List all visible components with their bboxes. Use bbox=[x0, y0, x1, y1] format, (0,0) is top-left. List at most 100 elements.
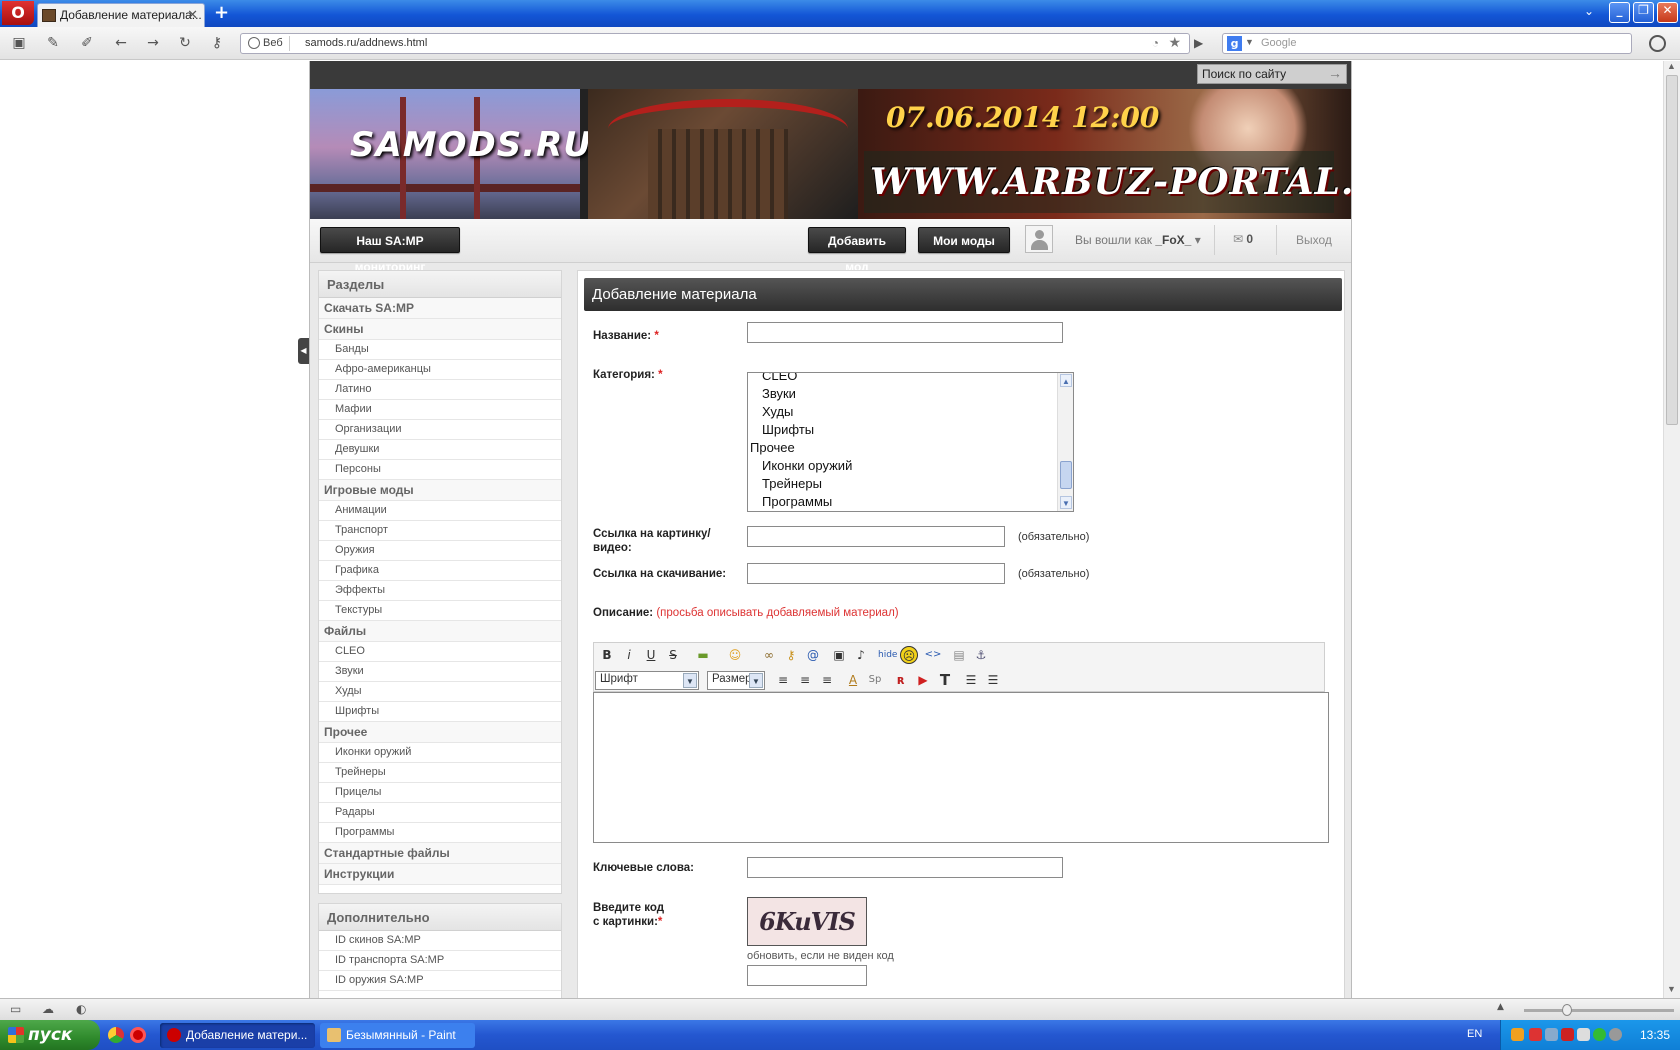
opera-menu-button[interactable]: O bbox=[2, 1, 34, 25]
sidebar-category[interactable]: Инструкции bbox=[319, 864, 561, 885]
scroll-down-icon[interactable]: ▼ bbox=[1667, 984, 1676, 994]
sidebar-item[interactable]: Латино bbox=[319, 380, 561, 400]
sidebar-category[interactable]: Стандартные файлы bbox=[319, 843, 561, 864]
text-size-icon[interactable]: T bbox=[936, 671, 954, 689]
tray-network-icon[interactable] bbox=[1545, 1028, 1558, 1041]
spoiler-face-icon[interactable]: ☹ bbox=[900, 646, 918, 664]
tray-alert-icon[interactable] bbox=[1529, 1028, 1542, 1041]
sidebar-item[interactable]: Анимации bbox=[319, 501, 561, 521]
tab-close-icon[interactable]: ✕ bbox=[187, 7, 198, 23]
tray-antivirus-icon[interactable] bbox=[1561, 1028, 1574, 1041]
download-link-input[interactable] bbox=[747, 563, 1005, 584]
key-icon[interactable]: ⚷ bbox=[782, 646, 800, 664]
music-icon[interactable]: ♪ bbox=[852, 646, 870, 664]
sidebar-item[interactable]: Афро-американцы bbox=[319, 360, 561, 380]
sidebar-item[interactable]: Мафии bbox=[319, 400, 561, 420]
category-option[interactable]: Прочее bbox=[748, 439, 1073, 457]
anchor-icon[interactable]: ⚓ bbox=[972, 646, 990, 664]
arbuz-portal-ad[interactable]: 07.06.2014 12:00 WWW.ARBUZ-PORTAL.NET bbox=[858, 89, 1351, 219]
sidebar-item[interactable]: Трейнеры bbox=[319, 763, 561, 783]
italic-icon[interactable]: i bbox=[620, 646, 638, 664]
sidebar-item[interactable]: Графика bbox=[319, 561, 561, 581]
email-icon[interactable]: @ bbox=[804, 646, 822, 664]
numbered-list-icon[interactable]: ☰ bbox=[984, 671, 1002, 689]
avatar[interactable] bbox=[1025, 225, 1053, 253]
opera-icon[interactable] bbox=[130, 1027, 146, 1043]
search-field[interactable]: g ▼ Google bbox=[1222, 33, 1632, 54]
underline-icon[interactable]: U bbox=[642, 646, 660, 664]
user-menu-chevron-down-icon[interactable]: ▾ bbox=[1195, 233, 1201, 247]
cloud-icon[interactable]: ☁ bbox=[42, 1002, 54, 1016]
sidebar-item[interactable]: Иконки оружий bbox=[319, 743, 561, 763]
maximize-button[interactable]: ❐ bbox=[1633, 2, 1654, 23]
extra-sidebar-item[interactable]: ID оружия SA:MP bbox=[319, 971, 561, 991]
smiley-icon[interactable]: ☺ bbox=[726, 646, 744, 664]
category-option[interactable]: Худы bbox=[748, 403, 1073, 421]
sidebar-item[interactable]: Прицелы bbox=[319, 783, 561, 803]
browser-tab[interactable]: Добавление материала... ✕ bbox=[37, 3, 205, 27]
code-icon[interactable]: <> bbox=[924, 646, 942, 664]
zoom-slider[interactable] bbox=[1524, 1004, 1674, 1016]
sidebar-item[interactable]: Программы bbox=[319, 823, 561, 843]
tray-update-icon[interactable] bbox=[1609, 1028, 1622, 1041]
extra-sidebar-item[interactable]: ID скинов SA:MP bbox=[319, 931, 561, 951]
hide-icon[interactable]: hide bbox=[878, 646, 897, 664]
video-icon[interactable]: ▣ bbox=[830, 646, 848, 664]
font-color-icon[interactable]: A bbox=[844, 671, 862, 689]
zoom-up-icon[interactable]: ▲ bbox=[1497, 1002, 1504, 1012]
start-button[interactable]: пуск bbox=[0, 1020, 100, 1050]
name-input[interactable] bbox=[747, 322, 1063, 343]
rss-icon[interactable]: ◔ bbox=[1152, 36, 1159, 50]
captcha-refresh-link[interactable]: обновить, если не виден код bbox=[747, 950, 894, 962]
sidebar-toggle-tab[interactable]: ◀ bbox=[298, 338, 309, 364]
align-left-icon[interactable]: ≡ bbox=[774, 671, 792, 689]
link-icon[interactable]: ∞ bbox=[760, 646, 778, 664]
forward-arrow-icon[interactable]: → bbox=[144, 35, 162, 51]
spoiler-sp-icon[interactable]: Sp bbox=[866, 671, 884, 689]
bullet-list-icon[interactable]: ☰ bbox=[962, 671, 980, 689]
scroll-up-icon[interactable]: ▲ bbox=[1060, 374, 1072, 387]
sidebar-item[interactable]: Оружия bbox=[319, 541, 561, 561]
sidebar-category[interactable]: Файлы bbox=[319, 621, 561, 642]
username[interactable]: _FoX_ bbox=[1155, 233, 1191, 247]
address-security-badge[interactable]: Веб bbox=[245, 36, 290, 51]
category-option[interactable]: CLEO bbox=[748, 373, 1073, 385]
sidebar-item[interactable]: Радары bbox=[319, 803, 561, 823]
search-engine-dropdown-icon[interactable]: ▼ bbox=[1245, 37, 1254, 47]
search-go-arrow-icon[interactable]: → bbox=[1328, 65, 1342, 81]
scroll-down-icon[interactable]: ▼ bbox=[1060, 496, 1072, 509]
image-link-input[interactable] bbox=[747, 526, 1005, 547]
messages-link[interactable]: ✉ 0 bbox=[1233, 232, 1253, 246]
category-listbox-scrollbar[interactable]: ▲ ▼ bbox=[1057, 373, 1073, 511]
chrome-icon[interactable] bbox=[108, 1027, 124, 1043]
close-window-button[interactable]: ✕ bbox=[1657, 2, 1678, 23]
google-icon[interactable]: g bbox=[1227, 36, 1242, 51]
go-arrow-icon[interactable]: ▶ bbox=[1194, 36, 1203, 50]
sidebar-category[interactable]: Прочее bbox=[319, 722, 561, 743]
samp-monitoring-button[interactable]: Наш SA:MP мониторинг bbox=[320, 227, 460, 274]
logged-in-as[interactable]: Вы вошли как _FoX_ ▾ bbox=[1075, 233, 1201, 247]
tray-app-icon[interactable] bbox=[1511, 1028, 1524, 1041]
page-scroll-thumb[interactable] bbox=[1666, 75, 1678, 425]
minimize-button[interactable]: _ bbox=[1609, 2, 1630, 23]
sidebar-item[interactable]: Организации bbox=[319, 420, 561, 440]
page-scrollbar[interactable]: ▲ ▼ bbox=[1663, 61, 1680, 998]
site-search-input[interactable]: Поиск по сайту → bbox=[1197, 64, 1347, 84]
captcha-image[interactable]: 6KuVIS bbox=[747, 897, 867, 946]
bookmark-star-icon[interactable]: ★ bbox=[1168, 34, 1181, 51]
sidebar-item[interactable]: CLEO bbox=[319, 642, 561, 662]
category-listbox[interactable]: CLEO Звуки Худы Шрифты Прочее Иконки оружий Тр… bbox=[747, 372, 1074, 512]
category-option[interactable]: Трейнеры bbox=[748, 475, 1073, 493]
tab-list-chevron-icon[interactable]: ⌄ bbox=[1584, 4, 1594, 18]
sidebar-item[interactable]: Худы bbox=[319, 682, 561, 702]
sidebar-item[interactable]: Персоны bbox=[319, 460, 561, 480]
address-bar[interactable]: Веб samods.ru/addnews.html ◔ ★ bbox=[240, 33, 1190, 54]
panel-toggle-icon[interactable]: ▭ bbox=[10, 1002, 21, 1016]
font-select[interactable]: Шрифт ▼ bbox=[595, 671, 699, 690]
category-option[interactable]: Программы bbox=[748, 493, 1073, 511]
sidebar-category[interactable]: Игровые моды bbox=[319, 480, 561, 501]
language-indicator[interactable]: EN bbox=[1467, 1028, 1482, 1040]
keywords-input[interactable] bbox=[747, 857, 1063, 878]
zoom-knob[interactable] bbox=[1562, 1004, 1572, 1016]
category-option[interactable]: Звуки bbox=[748, 385, 1073, 403]
